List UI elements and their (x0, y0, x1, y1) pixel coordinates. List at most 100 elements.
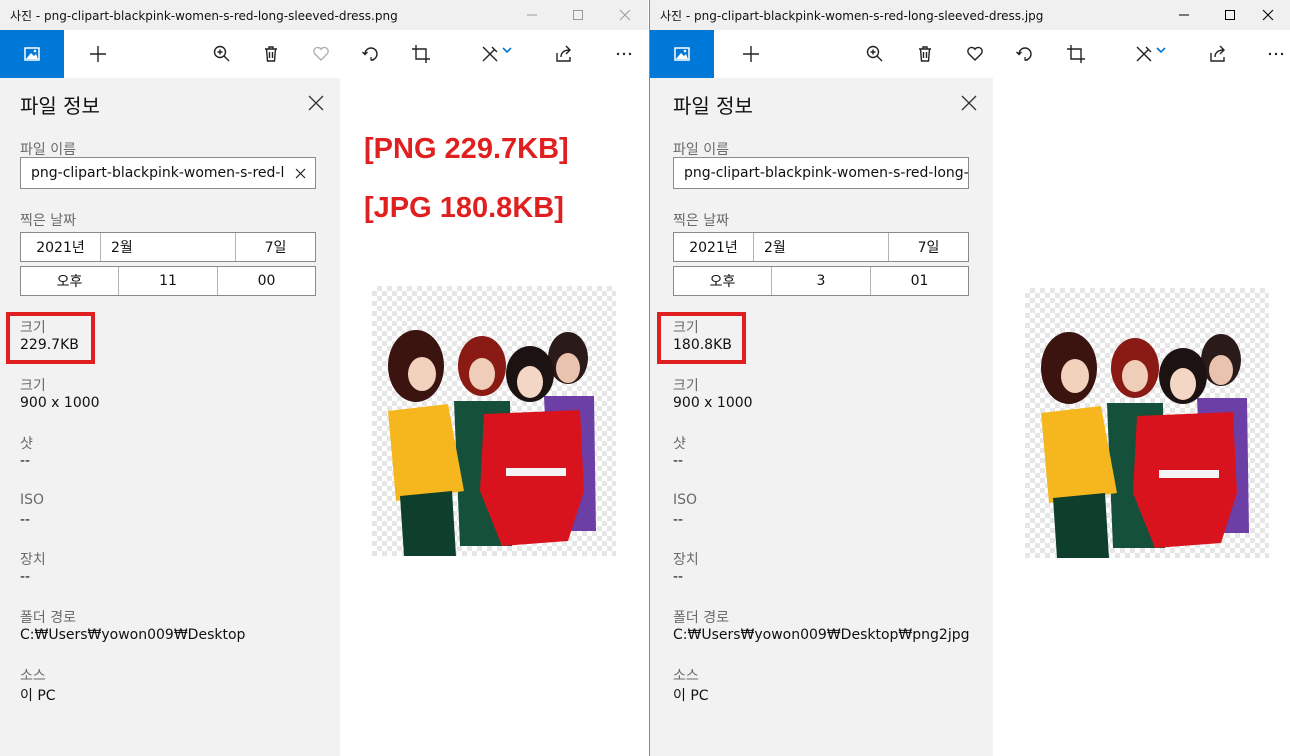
more-button[interactable] (602, 30, 646, 78)
plus-icon (90, 46, 106, 62)
image-viewer: [PNG 229.7KB] [JPG 180.8KB] (340, 78, 648, 756)
edit-create-icon (482, 46, 498, 62)
device-label: 장치 (673, 552, 699, 568)
photos-window-png: 사진 - png-clipart-blackpink-women-s-red-l… (0, 0, 648, 756)
crop-button[interactable] (1054, 30, 1098, 78)
edit-create-button[interactable] (468, 30, 524, 78)
close-icon (619, 9, 631, 21)
toolbar (650, 30, 1290, 78)
file-name-label: 파일 이름 (20, 142, 76, 158)
dimensions-value: 900 x 1000 (673, 395, 753, 411)
close-icon (1262, 9, 1274, 21)
source-label: 소스 (673, 668, 699, 684)
photo-image[interactable] (372, 286, 616, 556)
dimensions-label: 크기 (673, 378, 699, 394)
photo-icon (674, 47, 690, 61)
iso-value: -- (673, 512, 684, 528)
date-picker[interactable]: 2021년 2월 7일 (673, 232, 969, 262)
photo-image[interactable] (1025, 288, 1269, 558)
add-button[interactable] (76, 30, 120, 78)
panel-title: 파일 정보 (673, 94, 753, 118)
annotation-jpg-size: [JPG 180.8KB] (364, 192, 564, 224)
source-value: 이 PC (20, 688, 56, 704)
share-button[interactable] (1196, 30, 1240, 78)
highlight-box (657, 312, 746, 364)
device-value: -- (20, 569, 31, 585)
time-hour[interactable]: 11 (119, 267, 218, 295)
time-ampm[interactable]: 오후 (674, 267, 772, 295)
highlight-box (6, 312, 95, 364)
time-hour[interactable]: 3 (772, 267, 871, 295)
delete-button[interactable] (903, 30, 947, 78)
share-button[interactable] (542, 30, 586, 78)
chevron-down-icon (502, 47, 512, 54)
time-minute[interactable]: 00 (218, 267, 315, 295)
iso-label: ISO (20, 492, 45, 508)
trash-icon (265, 46, 277, 62)
panel-close-button[interactable] (957, 91, 981, 115)
file-name-input[interactable]: png-clipart-blackpink-women-s-red-long-s… (673, 157, 969, 189)
annotation-png-size: [PNG 229.7KB] (364, 133, 569, 165)
rotate-button[interactable] (349, 30, 393, 78)
close-window-button[interactable] (602, 0, 648, 30)
crop-button[interactable] (399, 30, 443, 78)
add-button[interactable] (729, 30, 773, 78)
time-picker[interactable]: 오후 3 01 (673, 266, 969, 296)
minimize-icon (527, 14, 537, 16)
window-title: 사진 - png-clipart-blackpink-women-s-red-l… (10, 9, 398, 23)
time-picker[interactable]: 오후 11 00 (20, 266, 316, 296)
date-picker[interactable]: 2021년 2월 7일 (20, 232, 316, 262)
date-day[interactable]: 7일 (236, 233, 315, 261)
edit-create-button[interactable] (1122, 30, 1178, 78)
file-name-label: 파일 이름 (673, 142, 729, 158)
more-button[interactable] (1254, 30, 1290, 78)
date-month[interactable]: 2월 (101, 233, 236, 261)
close-icon (961, 95, 977, 111)
title-bar: 사진 - png-clipart-blackpink-women-s-red-l… (650, 0, 1290, 30)
zoom-button[interactable] (200, 30, 244, 78)
date-month[interactable]: 2월 (754, 233, 889, 261)
share-icon (556, 45, 571, 62)
plus-icon (743, 46, 759, 62)
file-info-panel: 파일 정보 파일 이름 png-clipart-blackpink-women-… (650, 78, 993, 756)
zoom-in-icon (866, 45, 883, 62)
heart-icon (967, 46, 983, 61)
favorite-button[interactable] (299, 30, 343, 78)
time-minute[interactable]: 01 (871, 267, 968, 295)
favorite-button[interactable] (953, 30, 997, 78)
group-photo (388, 330, 596, 556)
minimize-icon (1179, 14, 1189, 16)
crop-icon (412, 45, 430, 63)
source-value: 이 PC (673, 688, 709, 704)
date-year[interactable]: 2021년 (21, 233, 101, 261)
file-name-input[interactable]: png-clipart-blackpink-women-s-red-long-s… (20, 157, 316, 189)
file-name-value: png-clipart-blackpink-women-s-red-long-s… (31, 165, 315, 181)
photo-icon (24, 47, 40, 61)
rotate-icon (1016, 47, 1032, 61)
minimize-button[interactable] (1161, 0, 1207, 30)
source-label: 소스 (20, 668, 46, 684)
close-window-button[interactable] (1245, 0, 1290, 30)
panel-close-button[interactable] (304, 91, 328, 115)
date-taken-label: 찍은 날짜 (673, 213, 729, 229)
date-year[interactable]: 2021년 (674, 233, 754, 261)
time-ampm[interactable]: 오후 (21, 267, 119, 295)
photo-app-button[interactable] (650, 30, 714, 78)
delete-button[interactable] (249, 30, 293, 78)
shutter-label: 샷 (20, 436, 33, 452)
more-icon (616, 52, 632, 56)
title-bar: 사진 - png-clipart-blackpink-women-s-red-l… (0, 0, 648, 30)
folder-path-label: 폴더 경로 (673, 610, 729, 626)
minimize-button[interactable] (509, 0, 555, 30)
rotate-button[interactable] (1003, 30, 1047, 78)
rotate-icon (362, 47, 378, 61)
trash-icon (919, 46, 931, 62)
photo-app-button[interactable] (0, 30, 64, 78)
folder-path-label: 폴더 경로 (20, 610, 76, 626)
window-title: 사진 - png-clipart-blackpink-women-s-red-l… (660, 9, 1044, 23)
date-day[interactable]: 7일 (889, 233, 968, 261)
clear-icon (295, 168, 305, 178)
zoom-button[interactable] (853, 30, 897, 78)
clear-text-button[interactable] (285, 158, 315, 188)
maximize-button[interactable] (555, 0, 601, 30)
